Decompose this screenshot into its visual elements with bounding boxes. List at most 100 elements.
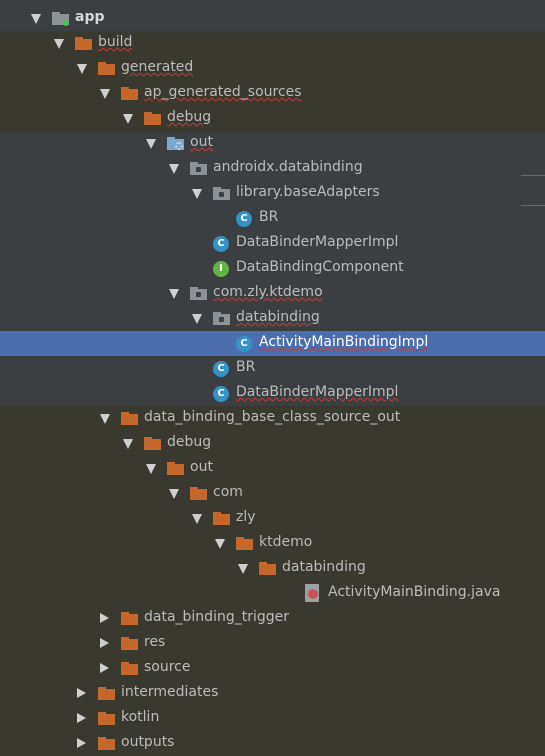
collapse-arrow-icon[interactable] bbox=[77, 713, 86, 723]
tree-item-library-baseadapters[interactable]: library.baseAdapters bbox=[0, 181, 545, 206]
tree-item-label: DataBindingComponent bbox=[236, 259, 404, 275]
collapse-arrow-icon[interactable] bbox=[100, 613, 109, 623]
tree-item-label: generated bbox=[121, 59, 194, 75]
tree-item-label: ActivityMainBinding.java bbox=[328, 584, 501, 600]
folder-icon bbox=[121, 637, 139, 650]
class-icon: C bbox=[213, 386, 229, 402]
interface-icon: I bbox=[213, 261, 229, 277]
tree-item-label: out bbox=[190, 459, 213, 475]
tree-item-label: BR bbox=[259, 209, 279, 225]
tree-item-label: databinding bbox=[282, 559, 366, 575]
expand-arrow-icon[interactable] bbox=[192, 189, 202, 199]
expand-arrow-icon[interactable] bbox=[100, 89, 110, 99]
tree-item-br[interactable]: C BR bbox=[0, 206, 545, 231]
collapse-arrow-icon[interactable] bbox=[100, 663, 109, 673]
tree-item-label: intermediates bbox=[121, 684, 219, 700]
tree-item-data-binding-trigger[interactable]: data_binding_trigger bbox=[0, 606, 545, 631]
folder-icon bbox=[190, 487, 208, 500]
tree-item-label: androidx.databinding bbox=[213, 159, 363, 175]
tree-item-ap-generated-sources[interactable]: ap_generated_sources bbox=[0, 81, 545, 106]
expand-arrow-icon[interactable] bbox=[169, 164, 179, 174]
expand-arrow-icon[interactable] bbox=[192, 514, 202, 524]
folder-icon bbox=[144, 112, 162, 125]
tree-item-com[interactable]: com bbox=[0, 481, 545, 506]
project-tree[interactable]: app build generated ap_generated_sourcesdeb… bbox=[0, 6, 545, 756]
expand-arrow-icon[interactable] bbox=[238, 564, 248, 574]
tree-item-label: debug bbox=[167, 109, 212, 125]
collapse-arrow-icon[interactable] bbox=[77, 688, 86, 698]
tree-item-label: app bbox=[75, 9, 105, 25]
package-icon bbox=[190, 287, 208, 300]
expand-arrow-icon[interactable] bbox=[169, 289, 179, 299]
tree-item-generated[interactable]: generated bbox=[0, 56, 545, 81]
folder-icon bbox=[167, 462, 185, 475]
tree-item-label: outputs bbox=[121, 734, 175, 750]
tree-item-databinding[interactable]: databinding bbox=[0, 306, 545, 331]
tree-item-label: com bbox=[213, 484, 243, 500]
tree-item-databindingcomponent[interactable]: I DataBindingComponent bbox=[0, 256, 545, 281]
tree-item-debug[interactable]: debug bbox=[0, 431, 545, 456]
tree-item-data-binding-base-class-source-out[interactable]: data_binding_base_class_source_out bbox=[0, 406, 545, 431]
tree-item-debug[interactable]: debug bbox=[0, 106, 545, 131]
expand-arrow-icon[interactable] bbox=[146, 464, 156, 474]
expand-arrow-icon[interactable] bbox=[146, 139, 156, 149]
tree-item-activitymainbindingimpl[interactable]: C ActivityMainBindingImpl bbox=[0, 331, 545, 356]
tree-item-label: databinding bbox=[236, 309, 320, 325]
tree-item-label: out bbox=[190, 134, 213, 150]
expand-arrow-icon[interactable] bbox=[215, 539, 225, 549]
tree-item-databindermapperimpl[interactable]: C DataBinderMapperImpl bbox=[0, 381, 545, 406]
tree-item-databinding[interactable]: databinding bbox=[0, 556, 545, 581]
tree-item-label: data_binding_trigger bbox=[144, 609, 289, 625]
folder-icon bbox=[121, 612, 139, 625]
tree-item-databindermapperimpl[interactable]: C DataBinderMapperImpl bbox=[0, 231, 545, 256]
tree-item-out[interactable]: out bbox=[0, 131, 545, 156]
tree-item-zly[interactable]: zly bbox=[0, 506, 545, 531]
error-stripe-mark[interactable] bbox=[521, 175, 545, 176]
expand-arrow-icon[interactable] bbox=[192, 314, 202, 324]
tree-item-label: ktdemo bbox=[259, 534, 313, 550]
tree-item-kotlin[interactable]: kotlin bbox=[0, 706, 545, 731]
tree-item-androidx-databinding[interactable]: androidx.databinding bbox=[0, 156, 545, 181]
expand-arrow-icon[interactable] bbox=[100, 414, 110, 424]
tree-item-com-zly-ktdemo[interactable]: com.zly.ktdemo bbox=[0, 281, 545, 306]
tree-item-br[interactable]: C BR bbox=[0, 356, 545, 381]
expand-arrow-icon[interactable] bbox=[54, 39, 64, 49]
class-icon: C bbox=[213, 361, 229, 377]
tree-item-label: res bbox=[144, 634, 166, 650]
collapse-arrow-icon[interactable] bbox=[77, 738, 86, 748]
package-icon bbox=[213, 312, 231, 325]
tree-item-label: build bbox=[98, 34, 133, 50]
tree-item-label: data_binding_base_class_source_out bbox=[144, 409, 401, 425]
tree-item-label: com.zly.ktdemo bbox=[213, 284, 323, 300]
folder-icon bbox=[121, 87, 139, 100]
tree-item-label: DataBinderMapperImpl bbox=[236, 384, 399, 400]
tree-item-res[interactable]: res bbox=[0, 631, 545, 656]
tree-item-label: debug bbox=[167, 434, 212, 450]
tree-item-outputs[interactable]: outputs bbox=[0, 731, 545, 756]
class-icon: C bbox=[236, 211, 252, 227]
folder-icon bbox=[121, 412, 139, 425]
tree-item-label: BR bbox=[236, 359, 256, 375]
tree-item-ktdemo[interactable]: ktdemo bbox=[0, 531, 545, 556]
tree-item-out[interactable]: out bbox=[0, 456, 545, 481]
tree-item-label: ActivityMainBindingImpl bbox=[259, 334, 429, 350]
folder-icon bbox=[98, 687, 116, 700]
expand-arrow-icon[interactable] bbox=[31, 14, 41, 24]
tree-item-app[interactable]: app bbox=[0, 6, 545, 31]
tree-item-label: kotlin bbox=[121, 709, 160, 725]
folder-icon bbox=[75, 37, 93, 50]
tree-item-label: ap_generated_sources bbox=[144, 84, 302, 100]
expand-arrow-icon[interactable] bbox=[77, 64, 87, 74]
expand-arrow-icon[interactable] bbox=[123, 439, 133, 449]
tree-item-activitymainbinding-java[interactable]: ActivityMainBinding.java bbox=[0, 581, 545, 606]
collapse-arrow-icon[interactable] bbox=[100, 638, 109, 648]
tree-item-source[interactable]: source bbox=[0, 656, 545, 681]
tree-item-label: DataBinderMapperImpl bbox=[236, 234, 399, 250]
tree-item-build[interactable]: build bbox=[0, 31, 545, 56]
expand-arrow-icon[interactable] bbox=[169, 489, 179, 499]
error-stripe-mark[interactable] bbox=[521, 205, 545, 206]
expand-arrow-icon[interactable] bbox=[123, 114, 133, 124]
tree-item-label: source bbox=[144, 659, 191, 675]
tree-item-intermediates[interactable]: intermediates bbox=[0, 681, 545, 706]
class-icon: C bbox=[213, 236, 229, 252]
